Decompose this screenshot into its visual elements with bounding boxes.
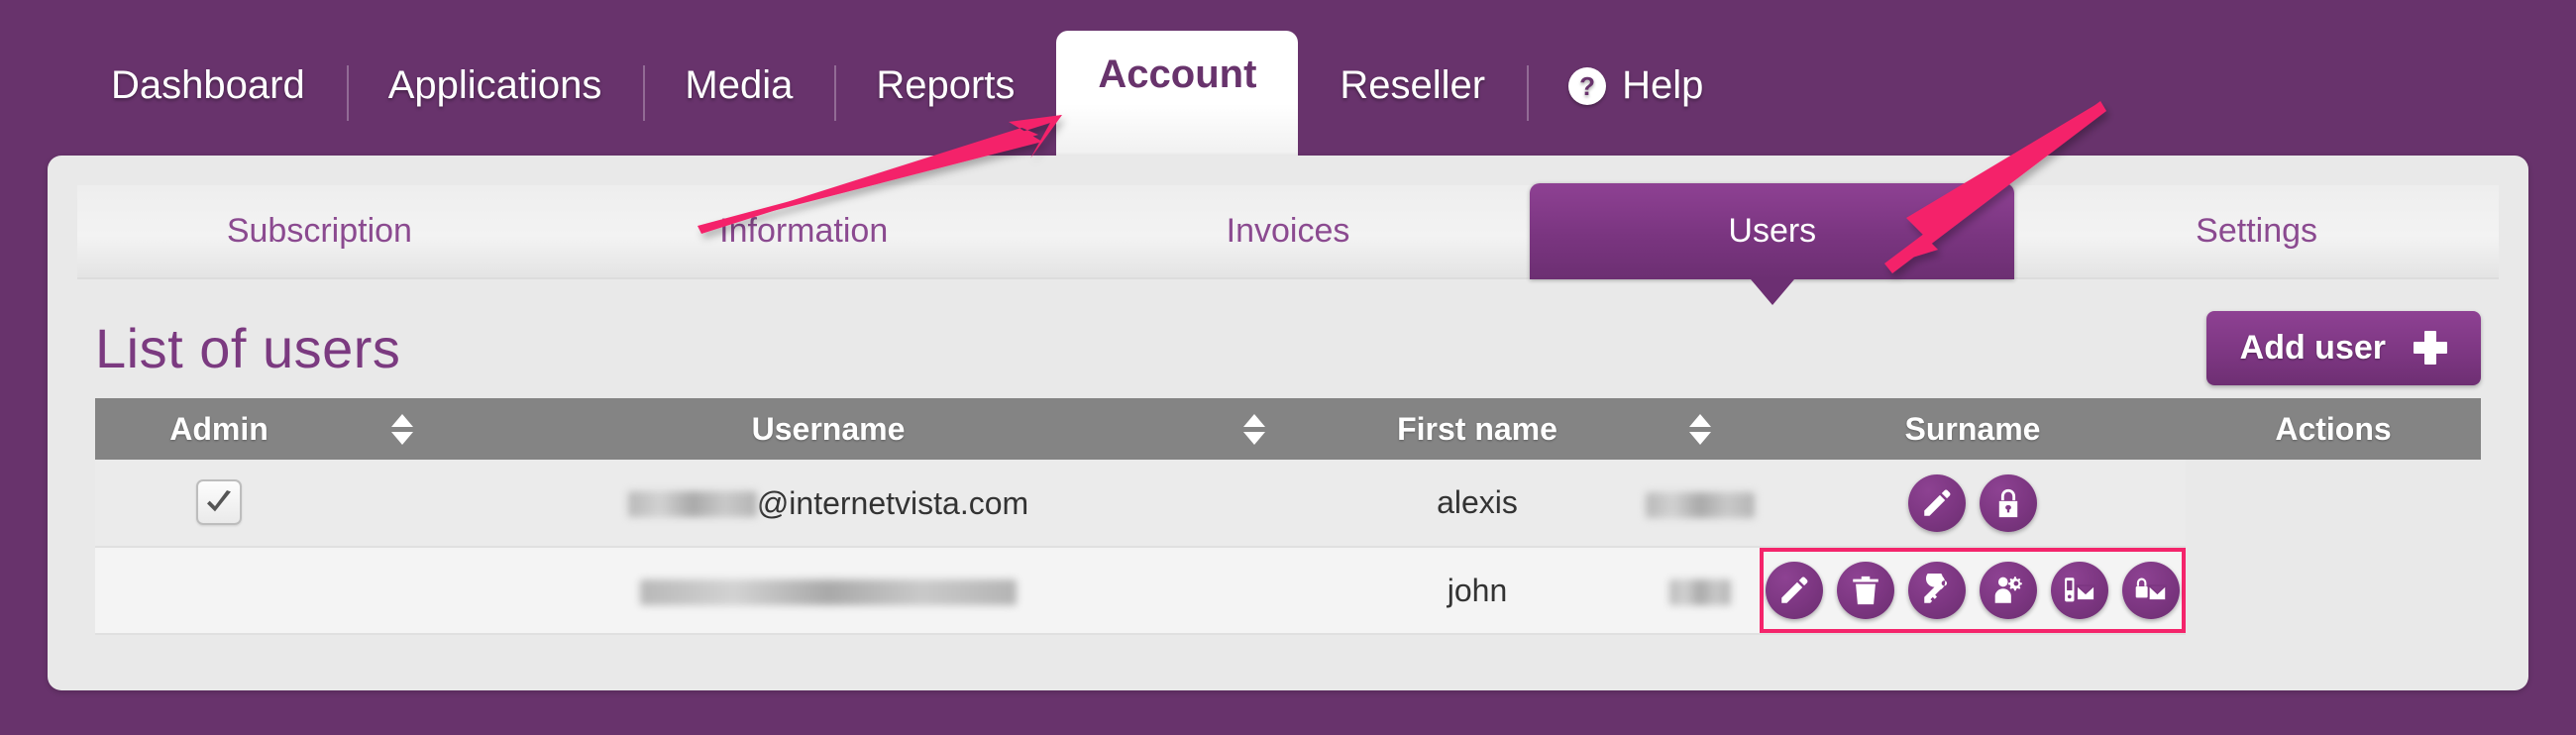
cell-admin [95,547,343,635]
cell-spacer [1195,460,1314,548]
nav-label: Help [1622,63,1704,107]
redacted-surname [1669,579,1731,606]
sort-arrows-icon[interactable] [1243,413,1265,445]
subtab-label: Subscription [226,212,412,250]
reset-password-button[interactable] [1908,562,1966,619]
sort-arrows-icon[interactable] [1689,413,1711,445]
edit-user-button[interactable] [1766,562,1823,619]
account-panel: Subscription Information Invoices Users … [48,156,2528,690]
users-table: Admin Username First name Surname Action… [95,398,2481,635]
nav-label: Applications [387,63,602,107]
nav-item-reseller[interactable]: Reseller [1298,63,1527,156]
cell-spacer [343,547,462,635]
column-header-actions: Actions [2186,398,2481,460]
users-table-header: Admin Username First name Surname Action… [95,398,2481,460]
nav-item-dashboard[interactable]: Dashboard [69,63,347,156]
nav-label: Reports [876,63,1016,107]
user-gear-icon [1994,577,2022,603]
key-icon [1924,574,1948,603]
nav-label: Media [685,63,794,107]
lock-envelope-icon [2135,578,2167,601]
redacted-surname [1646,491,1755,518]
cell-spacer [343,460,462,548]
user-settings-button[interactable] [1980,562,2037,619]
column-label: Actions [2275,410,2392,447]
column-header-surname: Surname [1760,398,2186,460]
nav-item-help[interactable]: ? Help [1527,63,1745,156]
cell-admin [95,460,343,548]
subtab-users[interactable]: Users [1530,183,2015,279]
nav-item-account[interactable]: Account [1056,31,1299,157]
delete-user-button[interactable] [1837,562,1894,619]
cell-surname [1641,547,1760,635]
redacted-username [627,490,757,517]
edit-user-button[interactable] [1908,473,1966,532]
cell-actions [1760,460,2186,548]
lock-user-button[interactable] [1980,473,2037,532]
sort-admin[interactable] [343,398,462,460]
cell-actions [1760,547,2186,635]
page-title: List of users [95,316,401,379]
cell-username [462,547,1195,635]
sort-first-name[interactable] [1641,398,1760,460]
subtab-label: Users [1728,212,1817,250]
trash-icon [1853,576,1878,605]
subtab-settings[interactable]: Settings [2014,185,2499,277]
nav-label: Reseller [1340,63,1486,107]
subtab-information[interactable]: Information [562,185,1046,277]
pencil-icon [1924,489,1951,516]
check-icon [207,490,231,512]
subtab-subscription[interactable]: Subscription [77,185,562,277]
plus-icon [2414,331,2447,365]
question-mark-circle-icon: ? [1568,66,1607,105]
nav-item-media[interactable]: Media [643,63,834,156]
content-header: List of users Add user [95,309,2481,386]
cell-first-name: john [1314,547,1641,635]
column-label: Admin [169,410,268,447]
nav-item-applications[interactable]: Applications [346,63,644,156]
admin-checkbox[interactable] [196,479,242,525]
cell-surname [1641,460,1760,548]
table-header-row: Admin Username First name Surname Action… [95,398,2481,460]
subtab-label: Invoices [1226,212,1350,250]
table-row: john [95,547,2481,635]
redacted-username [640,579,1017,606]
send-credentials-button[interactable] [2122,562,2180,619]
top-nav-items: Dashboard Applications Media Reports Acc… [69,31,1745,157]
lock-icon [1998,488,2018,517]
cell-username: @internetvista.com [462,460,1195,548]
table-row: @internetvista.com alexis [95,460,2481,548]
subtab-invoices[interactable]: Invoices [1046,185,1531,277]
actions-highlight-box [1760,548,2186,633]
top-navigation-bar: Dashboard Applications Media Reports Acc… [0,0,2576,157]
username-text: @internetvista.com [756,485,1029,522]
nav-label: Account [1098,52,1257,96]
users-table-body: @internetvista.com alexis john [95,460,2481,635]
subtab-label: Information [719,212,889,250]
row-action-buttons [1764,562,2182,619]
send-sms-button[interactable] [2051,562,2108,619]
add-user-label: Add user [2239,328,2386,367]
subtab-label: Settings [2196,212,2318,250]
account-subtabs: Subscription Information Invoices Users … [77,183,2499,279]
sort-username[interactable] [1195,398,1314,460]
add-user-button[interactable]: Add user [2205,310,2481,385]
column-header-first-name: First name [1314,398,1641,460]
column-label: Username [751,410,906,447]
pencil-icon [1781,577,1808,603]
cell-spacer [1195,547,1314,635]
column-label: Surname [1904,410,2041,447]
phone-envelope-icon [2065,578,2095,602]
sort-arrows-icon[interactable] [391,413,413,445]
column-header-username: Username [462,398,1195,460]
column-header-admin: Admin [95,398,343,460]
column-label: First name [1397,410,1557,447]
nav-label: Dashboard [111,63,305,107]
cell-first-name: alexis [1314,460,1641,548]
nav-item-reports[interactable]: Reports [834,63,1056,156]
row-action-buttons [1760,473,2186,532]
